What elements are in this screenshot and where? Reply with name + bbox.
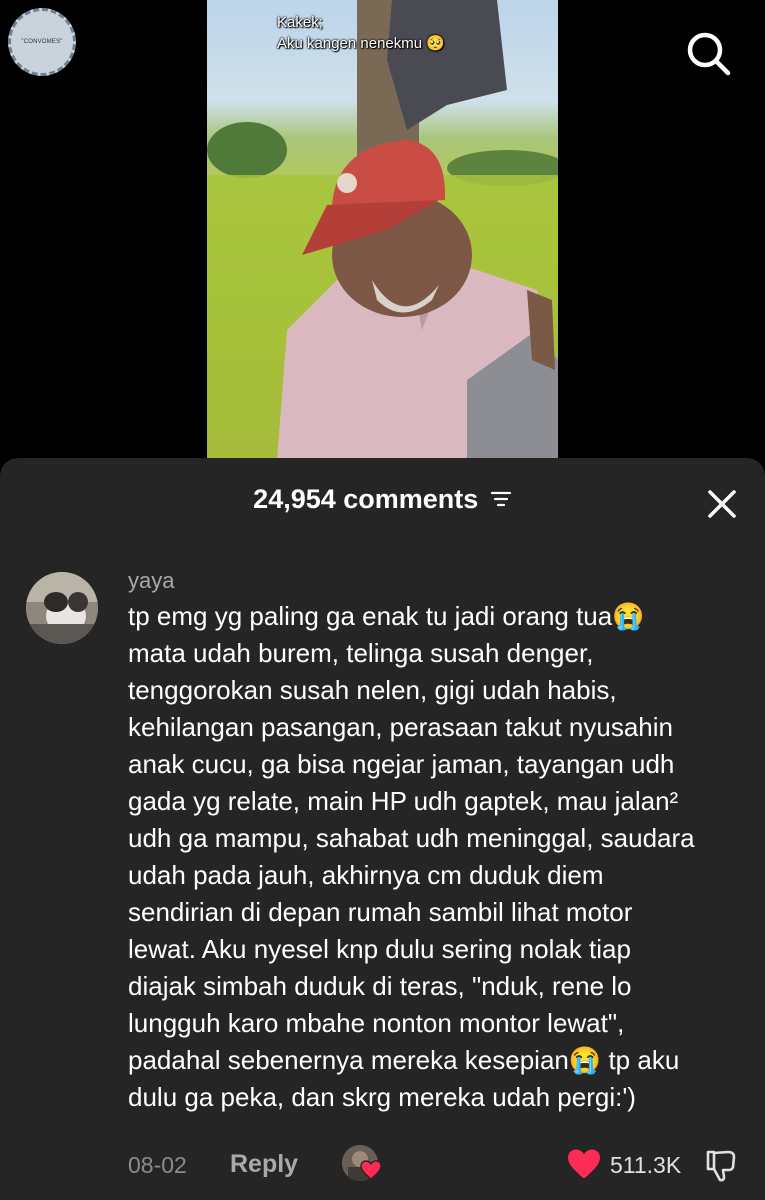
dislike-button[interactable] [703, 1147, 739, 1188]
avatar[interactable] [26, 572, 98, 644]
video-caption-line-1: Kakek; [277, 14, 323, 31]
comment-date: 08-02 [128, 1152, 187, 1178]
filter-icon [490, 492, 511, 507]
video-area: "CONVOMES" Kakek; Aku kangen nenekmu 🥺 [0, 0, 765, 470]
search-icon [687, 32, 731, 76]
video-caption-line-2: Aku kangen nenekmu 🥺 [277, 35, 445, 52]
comments-count-title: 24,954 comments [253, 484, 479, 514]
close-button[interactable] [706, 488, 738, 520]
video-frame[interactable]: Kakek; Aku kangen nenekmu 🥺 [207, 0, 558, 460]
filter-button[interactable] [490, 485, 512, 516]
search-button[interactable] [685, 30, 733, 78]
comments-header: 24,954 comments [0, 458, 765, 548]
heart-icon [568, 1149, 600, 1179]
like-button[interactable] [566, 1148, 602, 1185]
video-scene [207, 0, 558, 460]
avatar-cat-photo [26, 572, 98, 644]
watermark-logo: "CONVOMES" [8, 8, 76, 76]
reply-button[interactable]: Reply [230, 1150, 298, 1179]
comments-sheet: 24,954 comments yaya tp emg yg paling ga… [0, 458, 765, 1200]
comment-meta-row: 08-02 Reply 511.3K [0, 1142, 765, 1192]
thumbs-down-icon [706, 1150, 736, 1182]
close-icon [708, 490, 736, 518]
heart-icon [360, 1160, 382, 1180]
comments-title-row: 24,954 comments [0, 484, 765, 516]
like-count: 511.3K [610, 1152, 682, 1178]
watermark-text: "CONVOMES" [21, 39, 63, 45]
comment-text: tp emg yg paling ga enak tu jadi orang t… [128, 601, 695, 1112]
comment-username[interactable]: yaya [128, 568, 174, 594]
